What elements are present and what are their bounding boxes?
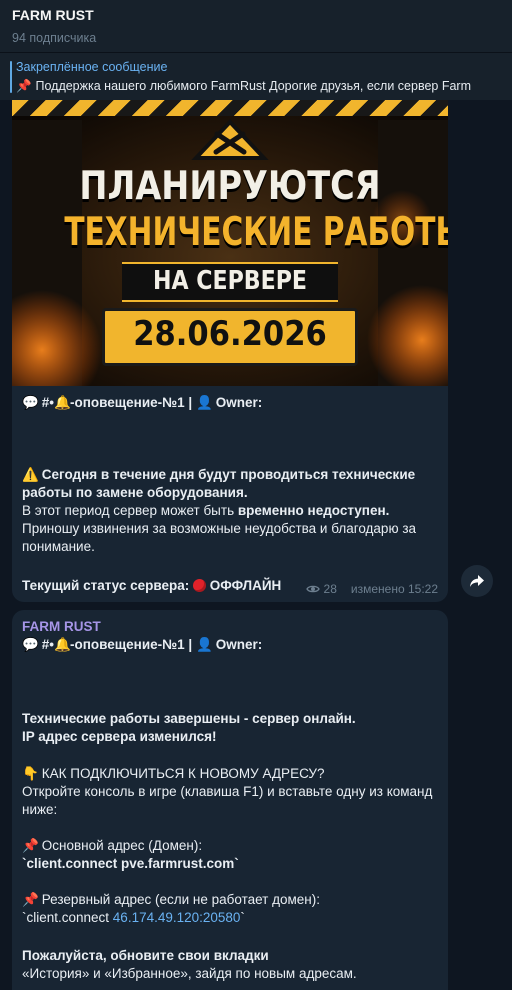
ip-changed-text: IP адрес сервера изменился! [22, 729, 217, 744]
user-silhouette-icon: 👤 [195, 637, 213, 653]
backup-address-label: Резервный адрес (если не работает домен)… [41, 892, 320, 907]
channel-title: FARM RUST [12, 7, 94, 23]
maintenance-complete-text: Технические работы завершены - сервер он… [22, 711, 356, 726]
backup-command-prefix: `client.connect [22, 910, 113, 925]
message-bubble-1[interactable]: ПЛАНИРУЮТСЯ ТЕХНИЧЕСКИЕ РАБОТЫ НА СЕРВЕР… [12, 100, 448, 602]
edited-time: изменено 15:22 [350, 582, 438, 596]
backup-command-suffix: ` [240, 910, 245, 925]
channel-tag-name: -оповещение-№1 | [70, 395, 193, 410]
how-to-title: КАК ПОДКЛЮЧИТЬСЯ К НОВОМУ АДРЕСУ? [41, 766, 325, 781]
telegram-channel-window: FARM RUST 94 подписчика Закреплённое соо… [0, 0, 512, 990]
user-silhouette-icon: 👤 [195, 395, 213, 411]
pushpin-icon: 📌 [22, 892, 39, 908]
bell-icon: 🔔 [54, 637, 71, 653]
pinned-title: Закреплённое сообщение [16, 60, 168, 74]
pushpin-icon: 📌 [16, 78, 32, 93]
pointing-down-icon: 👇 [22, 766, 39, 782]
completion-notice: Технические работы завершены - сервер он… [22, 710, 438, 746]
downtime-text: В этот период сервер может быть [22, 503, 238, 518]
message-meta: 28 изменено 15:22 [305, 582, 438, 596]
pinned-preview-text: Поддержка нашего любимого FarmRust Дорог… [35, 79, 472, 93]
share-arrow-icon [470, 575, 484, 587]
message-sender: FARM RUST [22, 618, 438, 636]
channel-tag-hash: #• [41, 637, 54, 652]
message-bubble-2[interactable]: FARM RUST 💬 #•🔔-оповещение-№1 | 👤 Owner:… [12, 610, 448, 990]
final-note: Пожалуйста, обновите свои вкладки «Истор… [22, 947, 438, 983]
backup-address-block: 📌 Резервный адрес (если не работает доме… [22, 891, 438, 927]
downtime-bold: временно недоступен. [237, 503, 390, 518]
final-note-text: «История» и «Избранное», зайдя по новым … [22, 966, 357, 981]
subscriber-count: 94 подписчика [12, 31, 97, 45]
owner-label: Owner: [215, 395, 263, 410]
message-header-line: 💬 #•🔔-оповещение-№1 | 👤 Owner: [22, 636, 438, 654]
pinned-accent-bar [10, 61, 12, 93]
speech-bubble-icon: 💬 [22, 637, 39, 653]
pinned-preview: 📌 Поддержка нашего любимого FarmRust Дор… [16, 78, 502, 94]
channel-tag-hash: #• [41, 395, 54, 410]
main-address-label: Основной адрес (Домен): [41, 838, 203, 853]
maintenance-notice: Сегодня в течение дня будут проводиться … [22, 467, 416, 500]
poster-banner-text: НА СЕРВЕРЕ [152, 266, 308, 296]
final-note-bold: Пожалуйста, обновите свои вкладки [22, 948, 269, 963]
share-button[interactable] [461, 565, 493, 597]
poster-subheadline: ТЕХНИЧЕСКИЕ РАБОТЫ [64, 210, 448, 255]
view-count: 28 [323, 582, 337, 596]
main-address-block: 📌 Основной адрес (Домен): `client.connec… [22, 837, 438, 873]
status-label: Текущий статус сервера: [22, 578, 190, 593]
views-eye-icon [305, 585, 320, 593]
warning-icon: ⚠️ [22, 467, 39, 483]
maintenance-poster-image[interactable]: ПЛАНИРУЮТСЯ ТЕХНИЧЕСКИЕ РАБОТЫ НА СЕРВЕР… [12, 100, 448, 386]
how-to-text: Откройте консоль в игре (клавиша F1) и в… [22, 784, 433, 817]
pinned-message-bar[interactable]: Закреплённое сообщение 📌 Поддержка нашег… [0, 52, 512, 100]
speech-bubble-icon: 💬 [22, 395, 39, 411]
message-header-line: 💬 #•🔔-оповещение-№1 | 👤 Owner: [22, 394, 438, 412]
pushpin-icon: 📌 [22, 838, 39, 854]
poster-headline: ПЛАНИРУЮТСЯ [79, 164, 381, 209]
apology-text: Приношу извинения за возможные неудобств… [22, 521, 417, 554]
poster-date: 28.06.2026 [133, 314, 327, 354]
message-body-1: ⚠️ Сегодня в течение дня будут проводить… [22, 466, 438, 556]
bell-icon: 🔔 [54, 395, 71, 411]
how-to-connect: 👇 КАК ПОДКЛЮЧИТЬСЯ К НОВОМУ АДРЕСУ? Откр… [22, 765, 438, 819]
backup-ip-link[interactable]: 46.174.49.120:20580 [113, 910, 241, 925]
sender-name: FARM RUST [22, 619, 101, 634]
chat-header[interactable]: FARM RUST 94 подписчика [0, 0, 512, 52]
main-connect-command[interactable]: `client.connect pve.farmrust.com` [22, 856, 239, 871]
status-value: ОФФЛАЙН [209, 578, 282, 593]
owner-label: Owner: [215, 637, 263, 652]
channel-tag-name: -оповещение-№1 | [70, 637, 193, 652]
hazard-stripe [12, 100, 448, 116]
red-circle-icon [193, 579, 206, 592]
